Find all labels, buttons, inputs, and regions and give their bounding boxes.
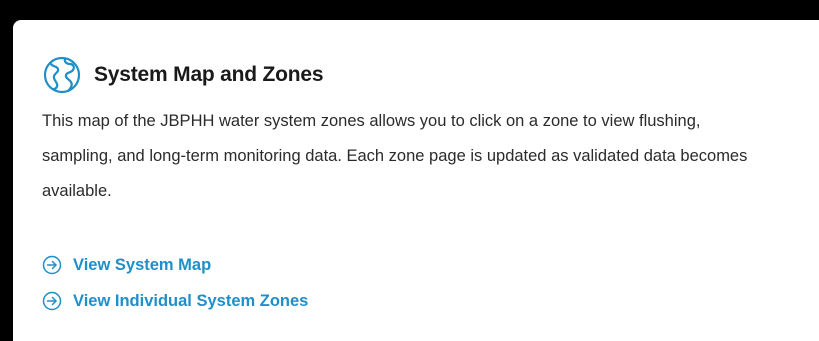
view-individual-system-zones-label[interactable]: View Individual System Zones xyxy=(73,292,308,311)
card-body: System Map and Zones This map of the JBP… xyxy=(13,20,819,341)
view-individual-system-zones-link[interactable]: View Individual System Zones xyxy=(42,283,308,319)
view-system-map-link[interactable]: View System Map xyxy=(42,247,308,283)
card-links: View System Map View Individual System Z… xyxy=(42,247,308,319)
card-header: System Map and Zones xyxy=(42,54,324,96)
view-system-map-label[interactable]: View System Map xyxy=(73,256,211,275)
card-title: System Map and Zones xyxy=(94,63,324,86)
globe-icon xyxy=(42,55,82,95)
arrow-circle-right-icon xyxy=(42,255,62,275)
arrow-circle-right-icon xyxy=(42,291,62,311)
card-description: This map of the JBPHH water system zones… xyxy=(42,112,748,200)
screenshot-frame: System Map and Zones This map of the JBP… xyxy=(0,0,819,341)
system-map-card: System Map and Zones This map of the JBP… xyxy=(13,20,819,341)
